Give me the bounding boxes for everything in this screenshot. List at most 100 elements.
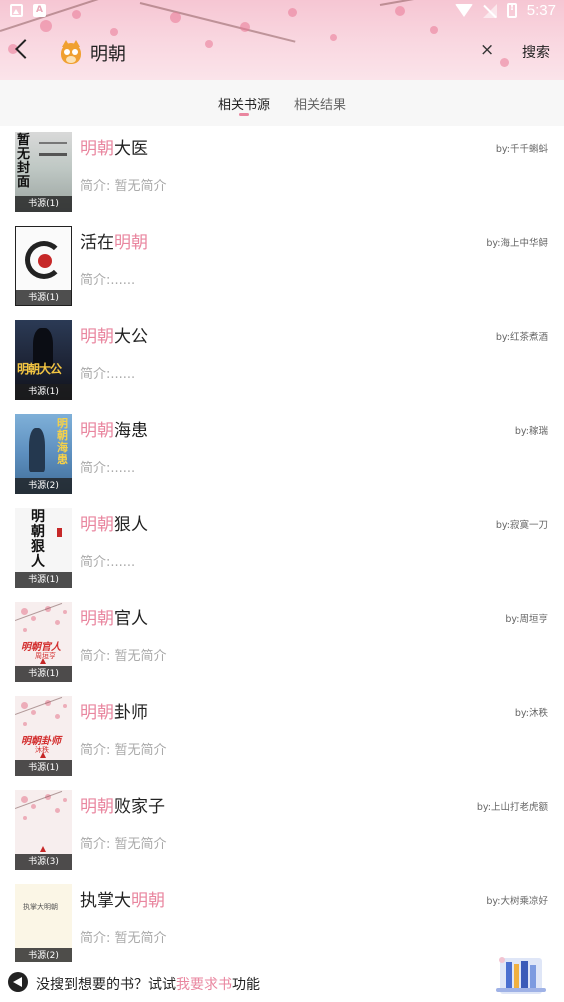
header: A 5:37 明朝 × 搜索 [0,0,564,80]
book-list: 暂无封面 书源(1) 明朝大医 by:千千蝌蚪 简介: 暂无简介 书源(1) 活在明朝 by:… [0,126,564,972]
source-count-badge: 书源(1) [15,290,72,306]
title-text: 海患 [114,421,148,441]
status-bar: A 5:37 [0,0,564,24]
title-keyword-highlight: 明朝 [80,609,114,629]
megaphone-icon [8,972,28,992]
title-text: 大医 [114,139,148,159]
petal [500,58,509,67]
book-author: by:海上中华鲟 [486,238,548,249]
no-signal-icon [482,3,497,18]
request-book-link[interactable]: 我要求书 [176,977,232,993]
book-intro: 简介:...... [80,555,136,570]
title-text: 官人 [114,609,148,629]
title-text: 大公 [114,327,148,347]
title-text: 狠人 [114,515,148,535]
book-title[interactable]: 明朝官人 [80,604,148,629]
tip-prefix: 没搜到想要的书？试试 [36,977,176,993]
search-input[interactable]: 明朝 [90,40,126,66]
title-text: 执掌大 [80,891,131,911]
status-time: 5:37 [526,2,556,19]
book-title[interactable]: 明朝狠人 [80,510,148,535]
request-book-tip[interactable]: 没搜到想要的书？试试我要求书功能 [36,974,260,994]
title-keyword-highlight: 明朝 [80,327,114,347]
title-keyword-highlight: 明朝 [80,797,114,817]
book-author: by:大树乘凉好 [486,896,548,907]
title-keyword-highlight: 明朝 [114,233,148,253]
tab-bar: 相关书源 相关结果 [0,80,564,126]
petal [330,34,337,41]
tab-related-results[interactable]: 相关结果 [294,94,346,113]
source-count-badge: 书源(2) [15,478,72,494]
book-title[interactable]: 明朝卦师 [80,698,148,723]
title-keyword-highlight: 明朝 [80,703,114,723]
source-count-badge: 书源(1) [15,384,72,400]
tip-suffix: 功能 [232,977,260,993]
book-cover[interactable]: 明朝狠人 书源(1) [15,508,72,588]
book-intro: 简介:...... [80,461,136,476]
source-count-badge: 书源(3) [15,854,72,870]
book-intro: 简介: 暂无简介 [80,837,167,852]
book-author: by:稼瑞 [514,426,548,437]
book-list-item[interactable]: 暂无封面 书源(1) 明朝大医 by:千千蝌蚪 简介: 暂无简介 [0,126,564,220]
battery-alert-icon [506,2,517,18]
book-cover[interactable]: 执掌大明朝 书源(2) [15,884,72,964]
book-list-item[interactable]: 明朝卦师 沐秩 书源(1) 明朝卦师 by:沐秩简介: 暂无简介 [0,690,564,784]
book-intro: 简介:...... [80,367,136,382]
book-author: by:寂寞一刀 [495,520,548,531]
title-text: 败家子 [114,797,165,817]
book-list-item[interactable]: 明朝官人 周垣亨 书源(1) 明朝官人 by:周垣亨简介: 暂无简介 [0,596,564,690]
source-count-badge: 书源(1) [15,196,72,212]
book-cover[interactable]: 明朝卦师 沐秩 书源(1) [15,696,72,776]
book-list-item[interactable]: 明朝大公 书源(1) 明朝大公 by:红茶煮酒 简介:...... [0,314,564,408]
book-title[interactable]: 明朝大公 [80,322,148,347]
book-cover[interactable]: 暂无封面 书源(1) [15,132,72,212]
book-list-item[interactable]: 明朝海患 书源(2) 明朝海患 by:稼瑞 简介:...... [0,408,564,502]
search-results-screen: A 5:37 明朝 × 搜索 相关书源 相关结果 暂无封面书源(1)明朝大医by… [0,0,564,1002]
book-title[interactable]: 明朝败家子 [80,792,165,817]
book-cover[interactable]: 书源(3) [15,790,72,870]
back-arrow-icon[interactable] [12,38,36,64]
source-count-badge: 书源(1) [15,666,72,682]
title-keyword-highlight: 明朝 [80,139,114,159]
search-button[interactable]: 搜索 [522,42,550,62]
book-intro: 简介: 暂无简介 [80,743,167,758]
book-cover[interactable]: 明朝官人 周垣亨 书源(1) [15,602,72,682]
petal [205,40,213,48]
book-author: by:周垣亨 [505,614,548,625]
book-author: by:上山打老虎额 [476,802,548,813]
book-list-item[interactable]: 明朝狠人 书源(1) 明朝狠人 by:寂寞一刀 简介:...... [0,502,564,596]
book-cover[interactable]: 书源(1) [15,226,72,306]
app-notification-icon: A [33,4,46,17]
book-intro: 简介: 暂无简介 [80,931,167,946]
book-list-item[interactable]: 书源(3) 明朝败家子 by:上山打老虎额简介: 暂无简介 [0,784,564,878]
petal [430,26,438,34]
book-list-item[interactable]: 执掌大明朝 书源(2) 执掌大明朝 by:大树乘凉好简介: 暂无简介 [0,878,564,972]
bookshelf-illustration-icon [496,957,546,994]
title-keyword-highlight: 明朝 [80,421,114,441]
book-intro: 简介: 暂无简介 [80,649,167,664]
bottom-tip-bar[interactable]: 没搜到想要的书？试试我要求书功能 [0,962,564,1002]
wifi-icon [454,4,473,17]
title-keyword-highlight: 明朝 [80,515,114,535]
owl-logo-icon [60,40,82,64]
book-cover[interactable]: 明朝大公 书源(1) [15,320,72,400]
book-title[interactable]: 执掌大明朝 [80,886,165,911]
title-text: 活在 [80,233,114,253]
book-author: by:红茶煮酒 [495,332,548,343]
clear-button[interactable]: × [480,40,494,60]
book-list-item[interactable]: 书源(1) 活在明朝 by:海上中华鲟简介:...... [0,220,564,314]
book-author: by:沐秩 [514,708,548,719]
gallery-notification-icon [10,4,23,17]
source-count-badge: 书源(1) [15,572,72,588]
book-title[interactable]: 明朝海患 [80,416,148,441]
title-text: 卦师 [114,703,148,723]
book-title[interactable]: 明朝大医 [80,134,148,159]
source-count-badge: 书源(1) [15,760,72,776]
book-intro: 简介:...... [80,273,136,288]
book-intro: 简介: 暂无简介 [80,179,167,194]
title-keyword-highlight: 明朝 [131,891,165,911]
petal [110,28,118,36]
tab-related-sources[interactable]: 相关书源 [218,94,270,113]
book-title[interactable]: 活在明朝 [80,228,148,253]
book-cover[interactable]: 明朝海患 书源(2) [15,414,72,494]
